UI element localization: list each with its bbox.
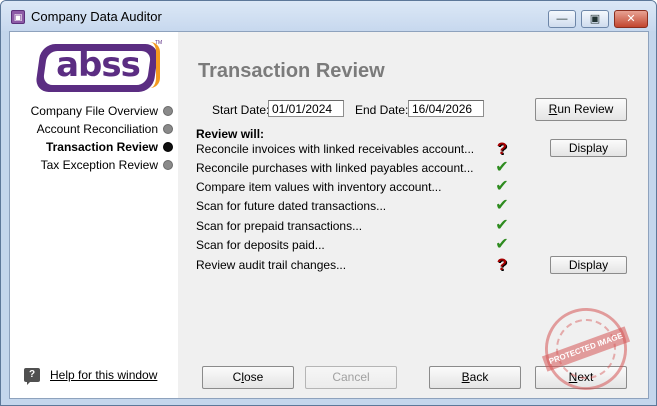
- left-navigation-pane: abss TM Company File Overview Account Re…: [10, 32, 178, 398]
- check-mark-icon: ✔: [495, 217, 509, 234]
- display-audit-trail-button[interactable]: Display: [550, 256, 627, 274]
- check-row-deposits: Scan for deposits paid... ✔: [196, 236, 636, 254]
- check-row-inventory: Compare item values with inventory accou…: [196, 178, 636, 196]
- check-text: Reconcile purchases with linked payables…: [196, 161, 474, 175]
- nav-item-label: Transaction Review: [45, 140, 158, 154]
- nav-item-account-reconciliation[interactable]: Account Reconciliation: [14, 120, 174, 138]
- help-speech-bubble-icon[interactable]: ?: [24, 368, 40, 385]
- run-review-button[interactable]: Run Review: [535, 98, 627, 121]
- back-button[interactable]: Back: [429, 366, 521, 389]
- question-mark-icon: ?: [496, 255, 508, 274]
- check-text: Compare item values with inventory accou…: [196, 180, 442, 194]
- end-date-field[interactable]: [408, 100, 484, 117]
- check-mark-icon: ✔: [495, 197, 509, 214]
- back-label-rest: ack: [469, 370, 489, 384]
- logo-trademark: TM: [155, 40, 163, 46]
- check-row-payables: Reconcile purchases with linked payables…: [196, 159, 636, 177]
- step-dot-icon: [163, 106, 173, 116]
- question-mark-icon: ?: [496, 139, 508, 158]
- title-bar[interactable]: ▣ Company Data Auditor — ▣ ✕: [1, 1, 656, 31]
- check-row-prepaid: Scan for prepaid transactions... ✔: [196, 217, 636, 235]
- check-mark-icon: ✔: [495, 159, 509, 176]
- display-receivables-button[interactable]: Display: [550, 139, 627, 157]
- minimize-button[interactable]: —: [548, 10, 576, 28]
- mnemonic-b: B: [461, 370, 470, 384]
- logo-swoosh: [150, 42, 160, 88]
- check-row-future-dated: Scan for future dated transactions... ✔: [196, 197, 636, 215]
- nav-item-transaction-review[interactable]: Transaction Review: [14, 138, 174, 156]
- app-icon[interactable]: ▣: [11, 10, 25, 24]
- mnemonic-r: R: [548, 102, 558, 116]
- check-mark-icon: ✔: [495, 236, 509, 253]
- active-step-dot-icon: [163, 142, 173, 152]
- step-navigation: Company File Overview Account Reconcilia…: [14, 102, 174, 174]
- close-label-first: C: [232, 370, 242, 384]
- window-title: Company Data Auditor: [31, 9, 162, 24]
- check-text: Reconcile invoices with linked receivabl…: [196, 142, 475, 156]
- nav-item-label: Account Reconciliation: [36, 122, 158, 136]
- maximize-button[interactable]: ▣: [581, 10, 609, 28]
- page-title: Transaction Review: [198, 60, 385, 82]
- start-date-field[interactable]: [268, 100, 344, 117]
- check-text: Scan for deposits paid...: [196, 238, 325, 252]
- logo-text: abss: [56, 45, 141, 85]
- nav-item-company-file-overview[interactable]: Company File Overview: [14, 102, 174, 120]
- nav-item-tax-exception-review[interactable]: Tax Exception Review: [14, 156, 174, 174]
- end-date-label: End Date:: [355, 103, 409, 117]
- step-dot-icon: [163, 124, 173, 134]
- step-dot-icon: [163, 160, 173, 170]
- close-button[interactable]: Close: [202, 366, 294, 389]
- help-link[interactable]: Help for this window: [50, 368, 157, 382]
- check-text: Review audit trail changes...: [196, 258, 347, 272]
- cancel-button[interactable]: Cancel: [305, 366, 397, 389]
- close-label-rest: ose: [243, 370, 264, 384]
- app-window: ▣ Company Data Auditor — ▣ ✕ abss TM Com…: [0, 0, 657, 406]
- nav-item-label: Company File Overview: [30, 104, 158, 118]
- run-review-label-rest: un Review: [557, 102, 614, 116]
- check-text: Scan for future dated transactions...: [196, 199, 387, 213]
- nav-item-label: Tax Exception Review: [40, 158, 158, 172]
- review-will-heading: Review will:: [196, 127, 265, 141]
- check-text: Scan for prepaid transactions...: [196, 219, 363, 233]
- close-window-button[interactable]: ✕: [614, 10, 648, 28]
- abss-logo: abss TM: [34, 40, 163, 94]
- start-date-label: Start Date:: [212, 103, 270, 117]
- check-mark-icon: ✔: [495, 178, 509, 195]
